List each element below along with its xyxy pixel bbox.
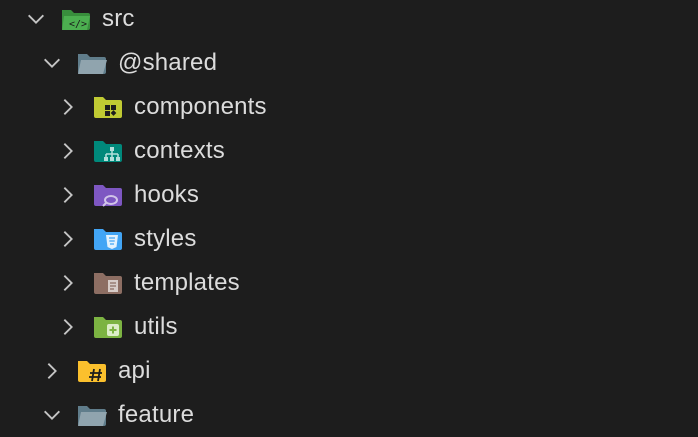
folder-styles-icon — [92, 226, 124, 252]
chevron-right-icon[interactable] — [56, 315, 80, 339]
chevron-right-icon[interactable] — [56, 227, 80, 251]
tree-item-contexts[interactable]: contexts — [0, 129, 698, 173]
tree-item-label: src — [102, 5, 135, 32]
tree-item-label: templates — [134, 269, 240, 296]
folder-src-open-icon: </> — [60, 6, 92, 32]
folder-templates-icon — [92, 270, 124, 296]
chevron-right-icon[interactable] — [56, 95, 80, 119]
folder-open-icon — [76, 50, 108, 76]
folder-open-icon — [76, 402, 108, 428]
chevron-right-icon[interactable] — [56, 271, 80, 295]
tree-item-hooks[interactable]: hooks — [0, 173, 698, 217]
tree-item-label: hooks — [134, 181, 200, 208]
tree-item-shared[interactable]: @shared — [0, 41, 698, 85]
tree-item-api[interactable]: api — [0, 349, 698, 393]
chevron-down-icon[interactable] — [40, 51, 64, 75]
folder-contexts-icon — [92, 138, 124, 164]
tree-item-label: utils — [134, 313, 178, 340]
tree-item-styles[interactable]: styles — [0, 217, 698, 261]
chevron-right-icon[interactable] — [56, 183, 80, 207]
folder-components-icon — [92, 94, 124, 120]
chevron-down-icon[interactable] — [24, 7, 48, 31]
tree-item-label: components — [134, 93, 267, 120]
tree-item-label: @shared — [118, 49, 218, 76]
svg-text:</>: </> — [69, 19, 87, 30]
chevron-right-icon[interactable] — [56, 139, 80, 163]
tree-item-feature[interactable]: feature — [0, 393, 698, 437]
tree-item-components[interactable]: components — [0, 85, 698, 129]
tree-item-label: api — [118, 357, 151, 384]
tree-item-src[interactable]: </> src — [0, 0, 698, 41]
chevron-down-icon[interactable] — [40, 403, 64, 427]
tree-item-label: styles — [134, 225, 197, 252]
tree-item-label: contexts — [134, 137, 225, 164]
chevron-right-icon[interactable] — [40, 359, 64, 383]
tree-item-label: feature — [118, 401, 195, 428]
folder-hooks-icon — [92, 182, 124, 208]
tree-item-templates[interactable]: templates — [0, 261, 698, 305]
folder-utils-icon — [92, 314, 124, 340]
file-explorer-tree: </> src @shared components contexts hook… — [0, 0, 698, 428]
tree-item-utils[interactable]: utils — [0, 305, 698, 349]
folder-api-icon — [76, 358, 108, 384]
